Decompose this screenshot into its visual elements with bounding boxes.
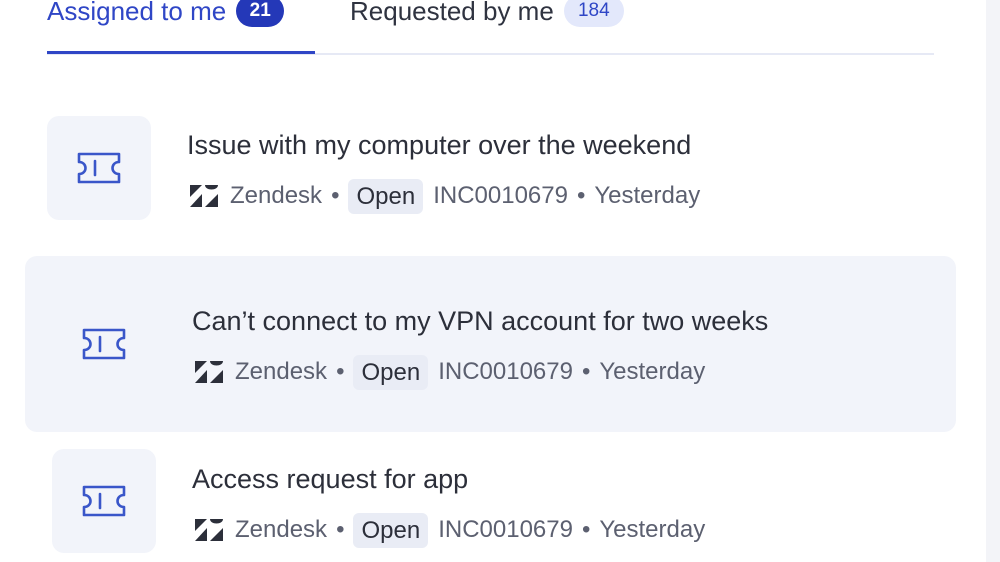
- ticket-icon-container: [52, 449, 156, 553]
- ticket-icon-container: [52, 292, 156, 396]
- meta-separator: •: [581, 516, 591, 543]
- ticket-title: Access request for app: [192, 464, 469, 494]
- meta-separator: •: [336, 516, 345, 543]
- zendesk-logo-icon: [195, 361, 223, 383]
- ticket-icon-container: [47, 116, 151, 220]
- tab-count-badge: 21: [236, 0, 285, 27]
- meta-separator: •: [336, 358, 345, 385]
- ticket-list-item[interactable]: Issue with my computer over the weekend …: [47, 116, 937, 220]
- ticket-meta: Zendesk • Open INC0010679 • Yesterday: [195, 354, 705, 390]
- ticket-meta: Zendesk • Open INC0010679 • Yesterday: [195, 512, 705, 548]
- ticket-list-page: Assigned to me 21 Requested by me 184 Is…: [0, 0, 1000, 562]
- tab-requested-by-me[interactable]: Requested by me 184: [350, 0, 670, 52]
- meta-separator: •: [581, 358, 591, 385]
- status-badge: Open: [353, 512, 429, 548]
- ticket-id: INC0010679: [433, 182, 568, 209]
- ticket-id: INC0010679: [438, 516, 573, 543]
- status-badge: Open: [353, 354, 429, 390]
- ticket-source: Zendesk: [235, 358, 328, 385]
- ticket-title: Issue with my computer over the weekend: [187, 130, 692, 160]
- ticket-list-item[interactable]: Can’t connect to my VPN account for two …: [25, 256, 956, 432]
- ticket-source: Zendesk: [235, 516, 328, 543]
- ticket-id: INC0010679: [438, 358, 573, 385]
- meta-separator: •: [331, 182, 340, 209]
- ticket-icon: [82, 328, 126, 360]
- ticket-icon: [77, 152, 121, 184]
- tab-count-badge: 184: [563, 0, 624, 27]
- tab-label: Requested by me: [350, 0, 554, 26]
- ticket-time: Yesterday: [599, 516, 706, 543]
- scroll-gutter: [986, 0, 1000, 562]
- ticket-time: Yesterday: [599, 358, 706, 385]
- ticket-time: Yesterday: [594, 182, 701, 209]
- active-tab-indicator: [47, 51, 315, 54]
- ticket-icon: [82, 485, 126, 517]
- tab-assigned-to-me[interactable]: Assigned to me 21: [47, 0, 315, 54]
- zendesk-logo-icon: [195, 519, 223, 541]
- tab-bar: Assigned to me 21 Requested by me 184: [47, 0, 934, 55]
- status-badge: Open: [348, 178, 424, 214]
- meta-separator: •: [576, 182, 586, 209]
- ticket-list-item[interactable]: Access request for app Zendesk • Open IN…: [52, 449, 937, 553]
- ticket-source: Zendesk: [230, 182, 323, 209]
- ticket-meta: Zendesk • Open INC0010679 • Yesterday: [190, 178, 700, 214]
- ticket-title: Can’t connect to my VPN account for two …: [192, 306, 769, 336]
- tab-label: Assigned to me: [47, 0, 227, 26]
- zendesk-logo-icon: [190, 185, 218, 207]
